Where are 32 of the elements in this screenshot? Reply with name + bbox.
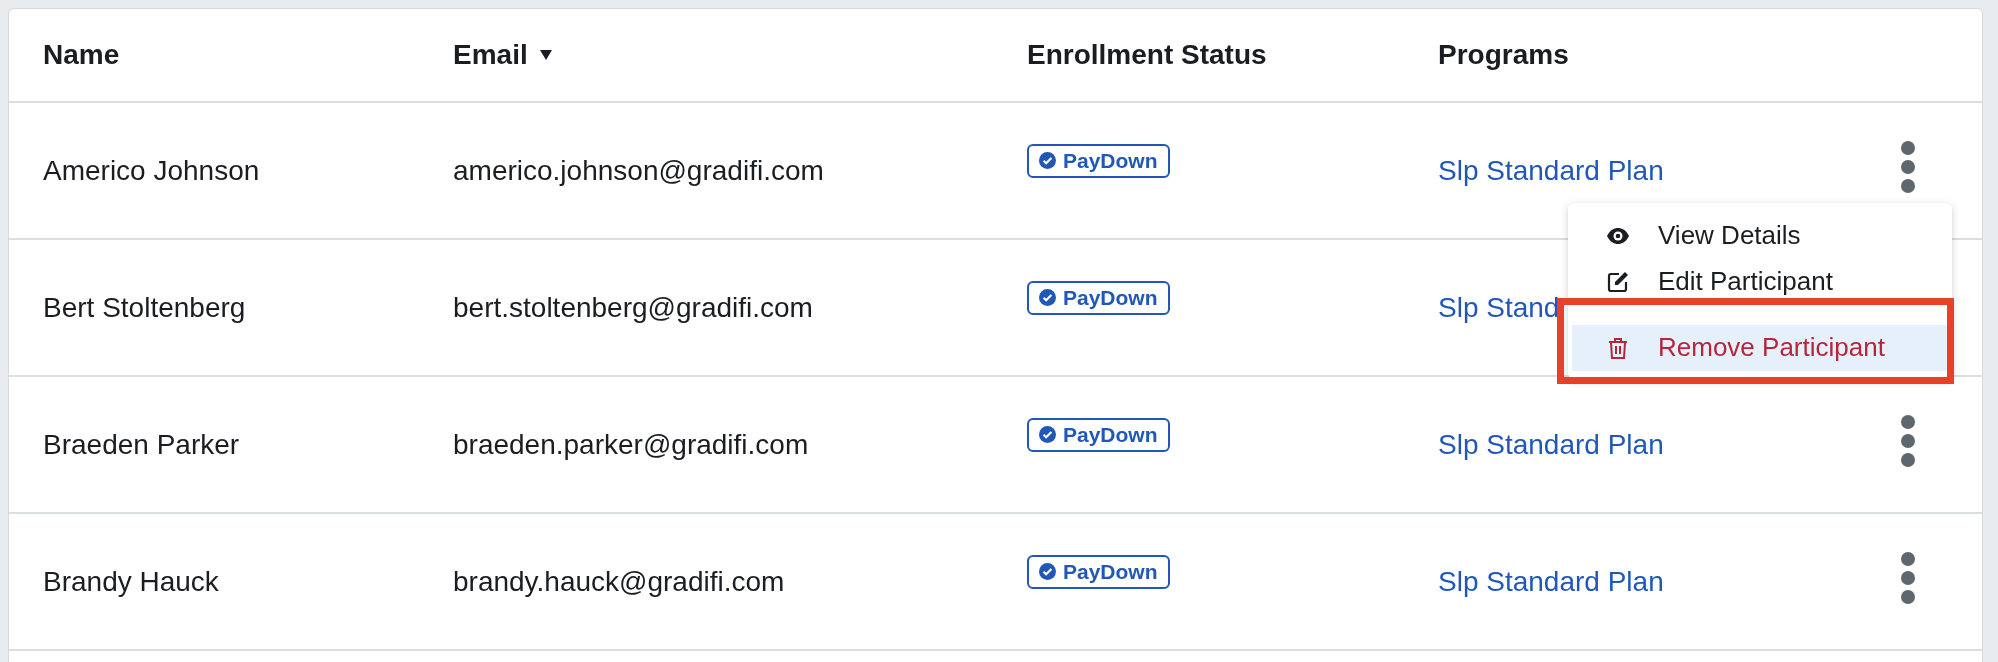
program-link[interactable]: Slp Standard Plan [1438,154,1664,187]
more-options-icon[interactable] [1900,140,1916,193]
table-cell: braeden.parker@gradifi.com [453,428,809,461]
menu-item[interactable]: Remove Participant [1572,324,1948,371]
status-badge: PayDown [1027,280,1170,315]
more-options-icon[interactable] [1900,551,1916,604]
column-header[interactable]: Name [43,39,120,71]
check-circle-icon [1039,289,1056,306]
check-circle-icon [1039,152,1056,169]
column-header[interactable]: Enrollment Status [1027,39,1267,71]
check-circle-icon [1039,563,1056,580]
table-cell: Braeden Parker [43,428,240,461]
status-badge: PayDown [1027,554,1170,589]
table-cell: brandy.hauck@gradifi.com [453,565,785,598]
sort-down-icon[interactable] [539,50,552,60]
table-cell: Americo Johnson [43,154,260,187]
trash-icon [1606,335,1630,360]
check-circle-icon [1039,426,1056,443]
program-link[interactable]: Slp Standard Plan [1438,565,1664,598]
table-cell: Brandy Hauck [43,565,219,598]
menu-item[interactable]: View Details [1572,212,1948,259]
table-cell: americo.johnson@gradifi.com [453,154,824,187]
status-badge: PayDown [1027,417,1170,452]
status-badge: PayDown [1027,143,1170,178]
column-header[interactable]: Programs [1438,39,1569,71]
table-cell: bert.stoltenberg@gradifi.com [453,291,813,324]
more-options-icon[interactable] [1900,414,1916,467]
table-cell: Bert Stoltenberg [43,291,246,324]
menu-item[interactable]: Edit Participant [1572,258,1948,305]
edit-icon [1606,269,1630,294]
column-header[interactable]: Email [453,39,552,71]
program-link[interactable]: Slp Standard Plan [1438,428,1664,461]
